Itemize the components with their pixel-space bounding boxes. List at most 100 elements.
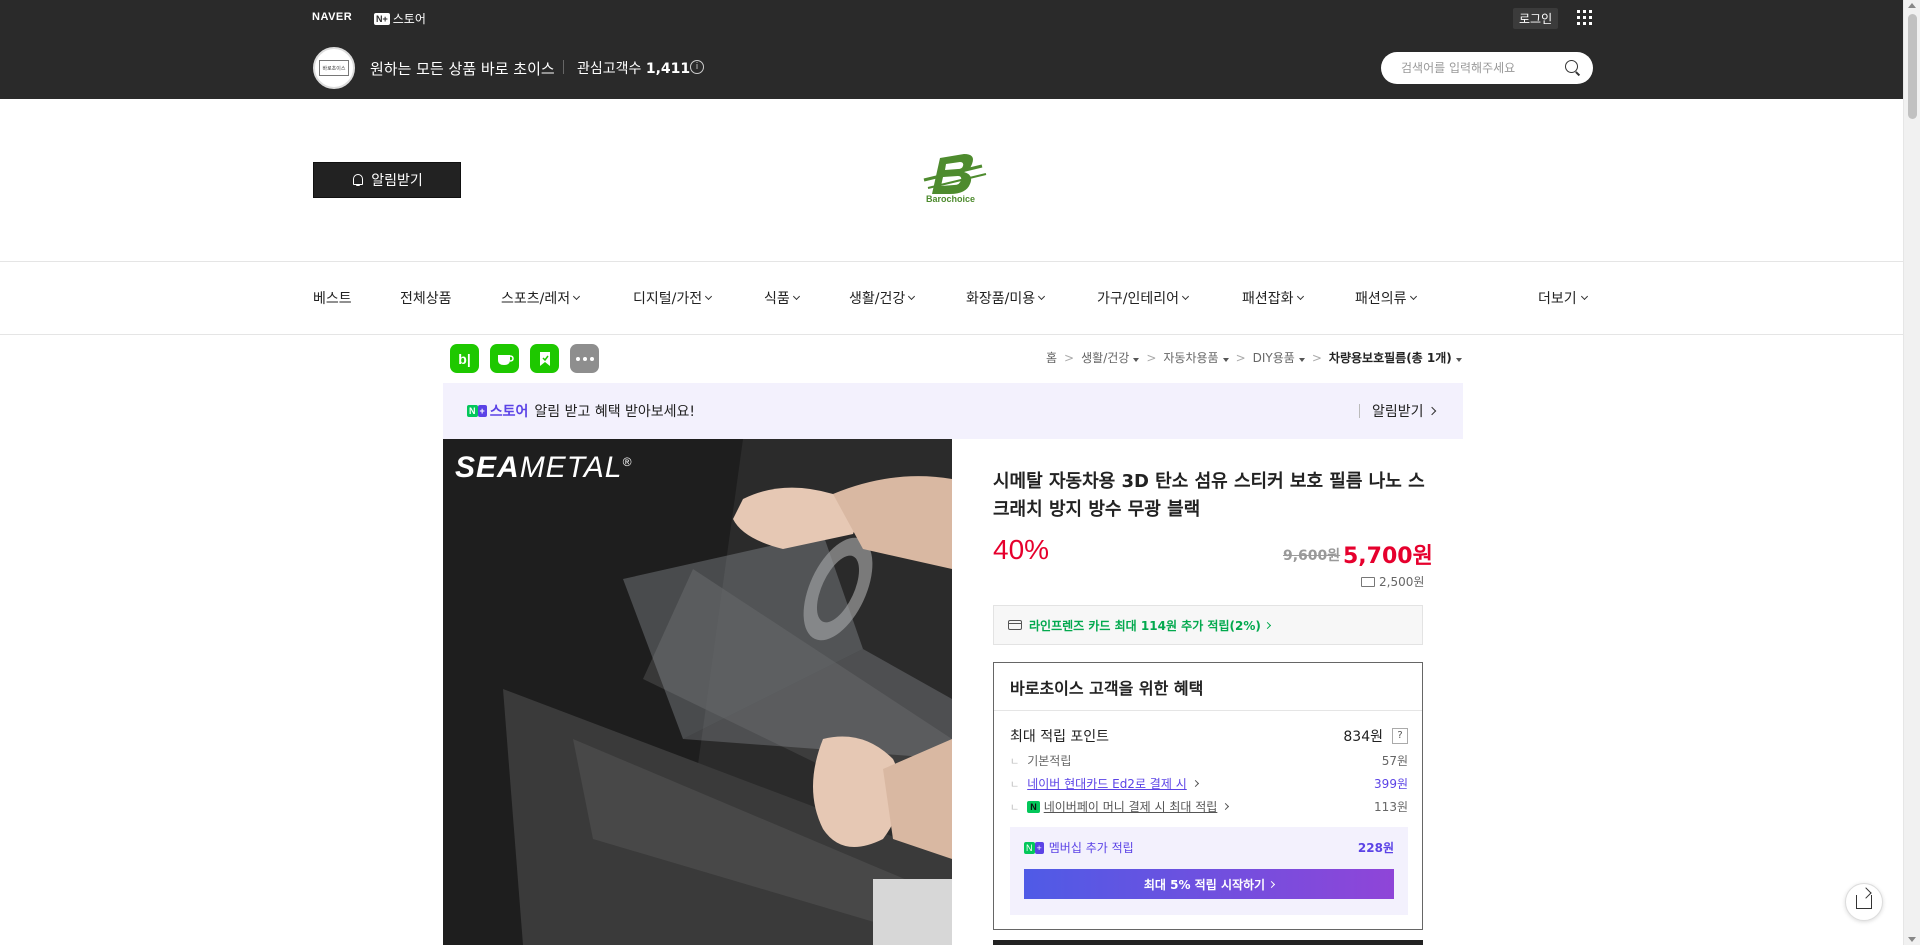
help-icon[interactable]: ? xyxy=(1392,728,1408,744)
promo-divider xyxy=(1359,404,1360,418)
shipping-fee: 2,500원 xyxy=(1361,573,1424,590)
sale-price: 5,700원 xyxy=(1343,544,1433,569)
shipping-fee-value: 2,500원 xyxy=(1379,575,1425,589)
card-benefit-link[interactable]: 라인프렌즈 카드 최대 114원 추가 적립(2%) xyxy=(993,605,1423,645)
scroll-up-arrow-icon xyxy=(1908,3,1916,8)
store-header: NAVER N+ 스토어 로그인 바로초이스 원하는 모든 상품 바로 초이스 … xyxy=(0,0,1903,99)
page-scrollbar[interactable] xyxy=(1903,0,1920,945)
search-input[interactable] xyxy=(1401,61,1551,75)
membership-value: 228원 xyxy=(1357,841,1394,855)
points-row-card: 네이버 현대카드 Ed2로 결제 시 399원 xyxy=(1010,775,1408,792)
product-brand-mark: SEAMETAL® xyxy=(455,451,633,484)
nav-item-living[interactable]: 생활/건강 xyxy=(849,288,966,308)
apps-grid-icon[interactable] xyxy=(1577,10,1592,25)
discount-rate: 40% xyxy=(993,534,1050,565)
caret-down-icon xyxy=(1455,358,1462,362)
credit-card-icon xyxy=(1008,620,1022,630)
product-photo-illustration xyxy=(443,439,952,945)
nplus-store-link[interactable]: N+ 스토어 xyxy=(374,10,426,27)
nav-more-label: 더보기 xyxy=(1538,291,1577,307)
product-image[interactable]: SEAMETAL® xyxy=(443,439,952,945)
promo-banner: N + 스토어 알림 받고 혜택 받아보세요! 알림받기 xyxy=(443,383,1463,439)
nav-item-best[interactable]: 베스트 xyxy=(313,288,400,308)
store-name[interactable]: 원하는 모든 상품 바로 초이스 xyxy=(370,58,555,79)
breadcrumb-item[interactable]: 자동차용품 xyxy=(1163,349,1229,366)
chevron-down-icon xyxy=(1296,292,1304,301)
cafe-icon[interactable] xyxy=(490,344,519,373)
notify-button[interactable]: 알림받기 xyxy=(313,162,461,198)
share-icons: b| xyxy=(450,344,599,373)
nav-item-all-products[interactable]: 전체상품 xyxy=(400,288,501,308)
brand-logo-text: Barochoice xyxy=(926,194,976,204)
store-avatar[interactable]: 바로초이스 xyxy=(313,47,355,89)
promo-notify-link[interactable]: 알림받기 xyxy=(1372,401,1436,421)
breadcrumb: 홈 > 생활/건강 > 자동차용품 > DIY용품 > 차량용보호필름(총 1개… xyxy=(1046,349,1462,366)
nplus-store-label: 스토어 xyxy=(392,12,426,26)
brand-logo[interactable]: Barochoice xyxy=(920,150,990,210)
more-icon[interactable] xyxy=(570,344,599,373)
benefit-heading: 바로초이스 고객을 위한 혜택 xyxy=(994,663,1422,711)
membership-start-button[interactable]: 최대 5% 적립 시작하기 xyxy=(1024,869,1394,899)
nav-item-digital[interactable]: 디지털/가전 xyxy=(633,288,764,308)
scrollbar-thumb xyxy=(1908,14,1917,119)
chevron-down-icon xyxy=(1580,292,1588,301)
category-nav: 베스트 전체상품 스포츠/레저 디지털/가전 식품 생활/건강 화장품/미용 가… xyxy=(313,288,1465,308)
breadcrumb-home[interactable]: 홈 xyxy=(1046,349,1057,366)
promo-text: 알림 받고 혜택 받아보세요! xyxy=(534,404,696,420)
chevron-down-icon xyxy=(1038,292,1046,301)
product-title: 시메탈 자동차용 3D 탄소 섬유 스티커 보호 필름 나노 스크래치 방지 방… xyxy=(993,471,1425,520)
npay-money-link[interactable]: 네이버페이 머니 결제 시 최대 적립 xyxy=(1044,798,1218,815)
share-button[interactable] xyxy=(1845,883,1883,921)
fans-label: 관심고객수 xyxy=(577,61,642,77)
caret-down-icon xyxy=(1222,358,1229,362)
original-price: 9,600원 xyxy=(1283,548,1341,564)
bookmark-icon[interactable] xyxy=(530,344,559,373)
npay-icon: N xyxy=(1027,800,1040,813)
truck-icon xyxy=(1361,576,1375,587)
breadcrumb-item[interactable]: DIY용품 xyxy=(1253,349,1305,366)
hyundai-card-link[interactable]: 네이버 현대카드 Ed2로 결제 시 xyxy=(1027,775,1187,792)
bell-icon xyxy=(351,173,365,187)
benefit-panel: 바로초이스 고객을 위한 혜택 최대 적립 포인트 834원? 기본적립 57원… xyxy=(993,662,1423,930)
search-box xyxy=(1381,52,1593,84)
blog-icon[interactable]: b| xyxy=(450,344,479,373)
breadcrumb-item[interactable]: 생활/건강 xyxy=(1081,349,1140,366)
nav-item-sports[interactable]: 스포츠/레저 xyxy=(501,288,633,308)
nplus-membership-icon: N + xyxy=(1024,841,1044,854)
nav-more-button[interactable]: 더보기 xyxy=(1538,288,1588,308)
chevron-right-icon xyxy=(1222,802,1230,811)
store-avatar-text: 바로초이스 xyxy=(319,60,349,76)
nav-item-furniture[interactable]: 가구/인테리어 xyxy=(1097,288,1242,308)
scroll-down-arrow-icon xyxy=(1908,937,1916,942)
naver-logo[interactable]: NAVER xyxy=(312,11,352,23)
breadcrumb-current[interactable]: 차량용보호필름(총 1개) xyxy=(1329,349,1462,366)
chevron-down-icon xyxy=(1181,292,1190,301)
info-icon[interactable]: i xyxy=(690,60,704,74)
fans-value: 1,411 xyxy=(645,61,691,77)
points-row-npay: N네이버페이 머니 결제 시 최대 적립 113원 xyxy=(1010,798,1408,815)
nav-item-food[interactable]: 식품 xyxy=(764,288,849,308)
next-section-edge xyxy=(993,940,1423,945)
caret-down-icon xyxy=(1298,358,1305,362)
points-row-basic: 기본적립 57원 xyxy=(1010,752,1408,769)
nplus-store-logo: N + 스토어 xyxy=(467,404,529,420)
chevron-right-icon xyxy=(1427,406,1436,416)
membership-box: N + 멤버십 추가 적립 228원 최대 5% 적립 시작하기 xyxy=(1010,827,1408,915)
search-icon[interactable] xyxy=(1565,60,1581,76)
chevron-down-icon xyxy=(792,292,800,301)
notify-button-label: 알림받기 xyxy=(371,173,423,189)
max-points-value: 834원 xyxy=(1343,729,1383,745)
chevron-right-icon xyxy=(1268,880,1276,888)
chevron-down-icon xyxy=(1409,292,1417,301)
caret-down-icon xyxy=(1133,358,1140,362)
fans-count: 관심고객수 1,411 xyxy=(577,58,690,78)
nav-item-beauty[interactable]: 화장품/미용 xyxy=(966,288,1097,308)
nav-item-fashion-clothing[interactable]: 패션의류 xyxy=(1355,288,1465,308)
nav-item-fashion-goods[interactable]: 패션잡화 xyxy=(1242,288,1355,308)
header-divider xyxy=(563,60,564,74)
max-points-label: 최대 적립 포인트 xyxy=(1010,729,1110,745)
brand-logo-mark xyxy=(923,154,987,194)
login-button[interactable]: 로그인 xyxy=(1513,8,1559,29)
chevron-down-icon xyxy=(573,292,581,301)
card-benefit-text: 라인프렌즈 카드 최대 114원 추가 적립(2%) xyxy=(1029,618,1261,633)
